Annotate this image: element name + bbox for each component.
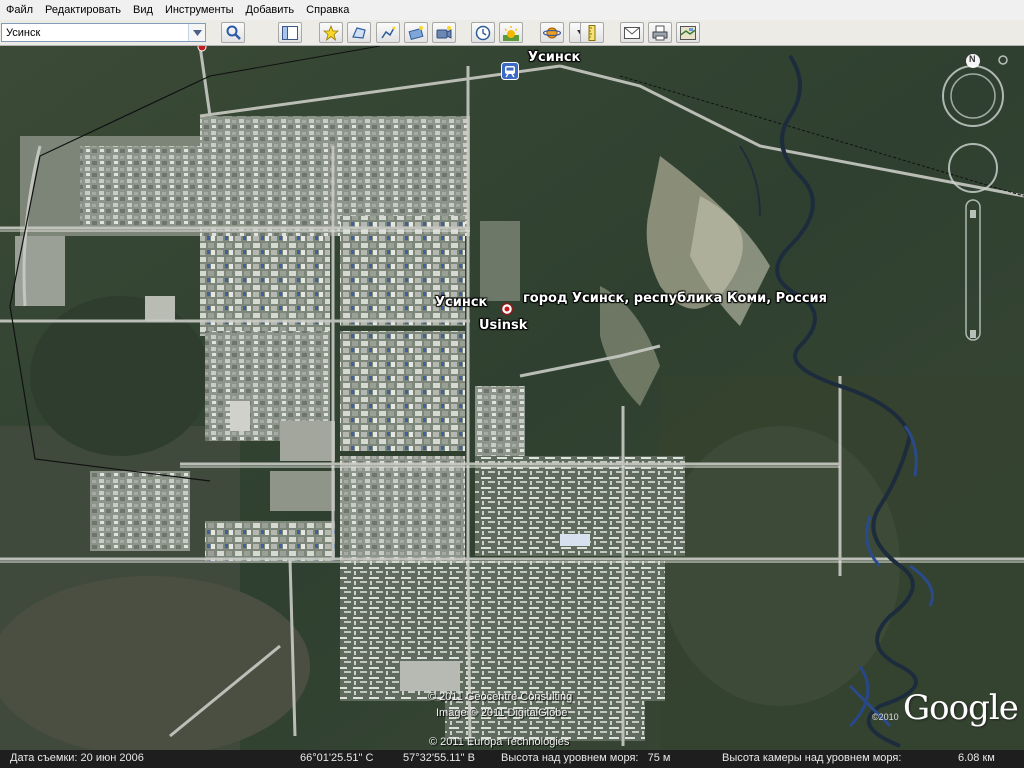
menu-edit[interactable]: Редактировать bbox=[39, 0, 127, 20]
copyright-digitalglobe: Image © 2011 DigitalGlobe bbox=[436, 707, 568, 719]
latitude-readout: 66°01'25.51" С bbox=[300, 752, 374, 764]
email-icon bbox=[624, 26, 640, 39]
toolbar bbox=[0, 20, 1024, 46]
google-logo: Google bbox=[903, 688, 1019, 728]
search-button[interactable] bbox=[221, 22, 245, 43]
status-bar: Дата съемки: 20 июн 2006 66°01'25.51" С … bbox=[0, 750, 1024, 768]
eye-altitude-label: Высота камеры над уровнем моря: bbox=[722, 752, 902, 764]
town-label-center-en[interactable]: Usinsk bbox=[479, 318, 527, 333]
town-label-top[interactable]: Усинск bbox=[528, 50, 580, 65]
printer-icon bbox=[652, 25, 668, 40]
add-placemark-button[interactable] bbox=[319, 22, 343, 43]
imagery-date: Дата съемки: 20 июн 2006 bbox=[10, 752, 144, 764]
view-in-google-maps-button[interactable] bbox=[676, 22, 700, 43]
search-input[interactable] bbox=[2, 24, 188, 41]
copyright-geocentre: © 2011 Geocentre Consulting bbox=[428, 691, 573, 703]
railway-station-icon[interactable] bbox=[501, 62, 519, 80]
chevron-down-icon bbox=[192, 29, 202, 36]
sunlight-icon bbox=[503, 25, 519, 41]
elevation-readout: Высота над уровнем моря: 75 м bbox=[501, 752, 671, 764]
add-polygon-button[interactable] bbox=[347, 22, 371, 43]
eye-altitude-value: 6.08 км bbox=[958, 752, 995, 764]
sidebar-icon bbox=[282, 25, 298, 40]
map-view[interactable]: Усинск Усинск Usinsk город Усинск, респу… bbox=[0, 46, 1024, 750]
ruler-button[interactable] bbox=[580, 22, 604, 43]
search-history-dropdown[interactable] bbox=[188, 24, 205, 41]
google-copyright-year: ©2010 bbox=[872, 712, 899, 722]
print-button[interactable] bbox=[648, 22, 672, 43]
sidebar-toggle-button[interactable] bbox=[278, 22, 302, 43]
copyright-europa: © 2011 Europa Technologies bbox=[429, 736, 570, 748]
menu-help[interactable]: Справка bbox=[300, 0, 355, 20]
email-button[interactable] bbox=[620, 22, 644, 43]
longitude-readout: 57°32'55.11" В bbox=[403, 752, 475, 764]
menu-tools[interactable]: Инструменты bbox=[159, 0, 240, 20]
town-center-marker-icon[interactable] bbox=[500, 302, 514, 316]
navigation-controls: N bbox=[940, 52, 1010, 352]
polygon-icon bbox=[352, 26, 366, 39]
switch-to-sky-button[interactable] bbox=[540, 22, 564, 43]
planet-icon bbox=[543, 27, 561, 38]
add-path-button[interactable] bbox=[376, 22, 400, 43]
clock-icon bbox=[475, 25, 491, 40]
menu-add[interactable]: Добавить bbox=[240, 0, 301, 20]
image-overlay-icon bbox=[408, 25, 424, 40]
menu-view[interactable]: Вид bbox=[127, 0, 159, 20]
camera-icon bbox=[436, 25, 452, 39]
compass-north-label[interactable]: N bbox=[969, 54, 976, 64]
satellite-imagery bbox=[0, 46, 1024, 750]
town-label-center-ru[interactable]: Усинск bbox=[435, 295, 487, 310]
town-description-label[interactable]: город Усинск, республика Коми, Россия bbox=[523, 291, 827, 306]
add-image-overlay-button[interactable] bbox=[404, 22, 428, 43]
search-box bbox=[1, 23, 206, 42]
ruler-icon bbox=[588, 24, 596, 41]
menu-file[interactable]: Файл bbox=[0, 0, 39, 20]
record-tour-button[interactable] bbox=[432, 22, 456, 43]
navigation-control-widget bbox=[942, 54, 1008, 341]
place-marker-icon[interactable] bbox=[197, 46, 207, 52]
path-icon bbox=[381, 26, 396, 38]
placemark-star-icon bbox=[323, 24, 339, 41]
historical-imagery-button[interactable] bbox=[471, 22, 495, 43]
menu-bar: Файл Редактировать Вид Инструменты Добав… bbox=[0, 0, 1024, 20]
map-icon bbox=[680, 25, 696, 40]
search-icon bbox=[226, 25, 241, 40]
sunlight-button[interactable] bbox=[499, 22, 523, 43]
